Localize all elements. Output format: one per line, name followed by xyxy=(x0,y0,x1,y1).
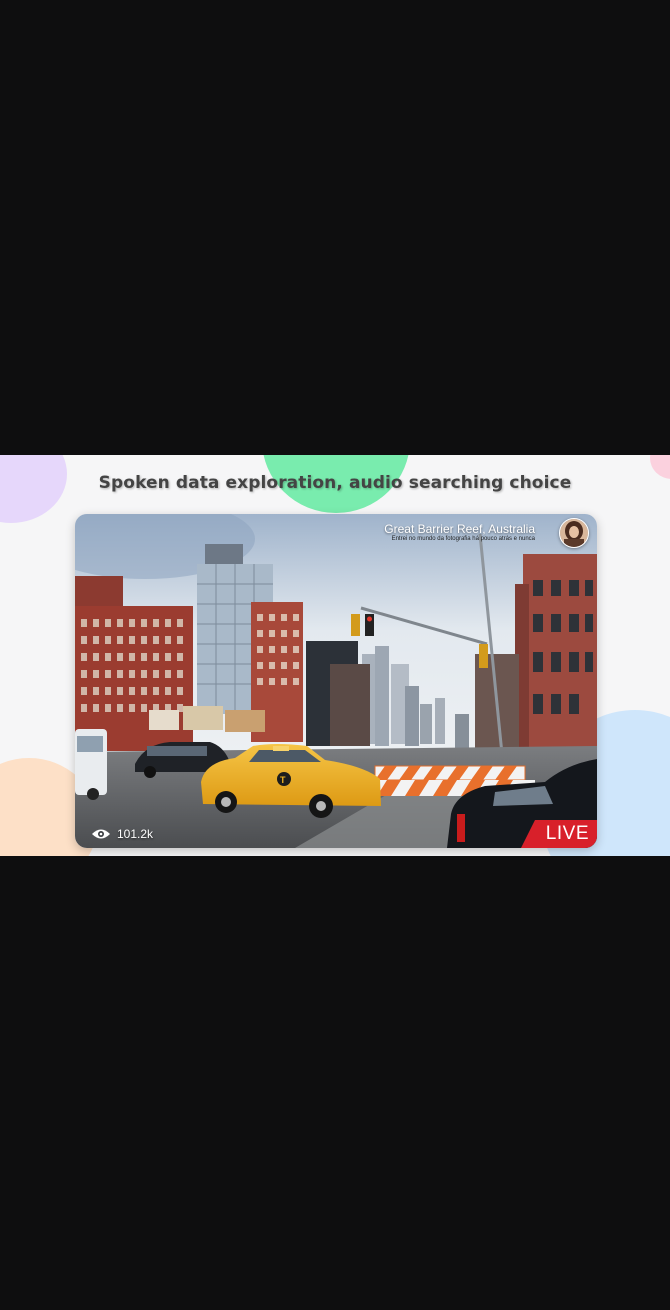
stream-subtitle: Entrei no mundo da fotografia há pouco a… xyxy=(391,536,535,542)
viewer-count-value: 101.2k xyxy=(117,827,154,841)
eye-icon xyxy=(92,829,110,839)
viewer-count: 101.2k xyxy=(91,827,153,841)
promo-banner: Spoken data exploration, audio searching… xyxy=(0,455,670,856)
svg-text:T: T xyxy=(280,775,286,785)
app-screen: Spoken data exploration, audio searching… xyxy=(0,0,670,1310)
live-badge: LIVE xyxy=(521,820,597,848)
streamer-avatar[interactable] xyxy=(559,518,589,548)
banner-headline: Spoken data exploration, audio searching… xyxy=(98,473,572,493)
live-label: LIVE xyxy=(545,823,589,844)
stream-title: Great Barrier Reef, Australia xyxy=(384,522,535,536)
live-stream-card[interactable]: T Great Barrier Reef, Australia Entrei n… xyxy=(75,514,597,848)
stream-thumbnail: T xyxy=(75,514,597,848)
